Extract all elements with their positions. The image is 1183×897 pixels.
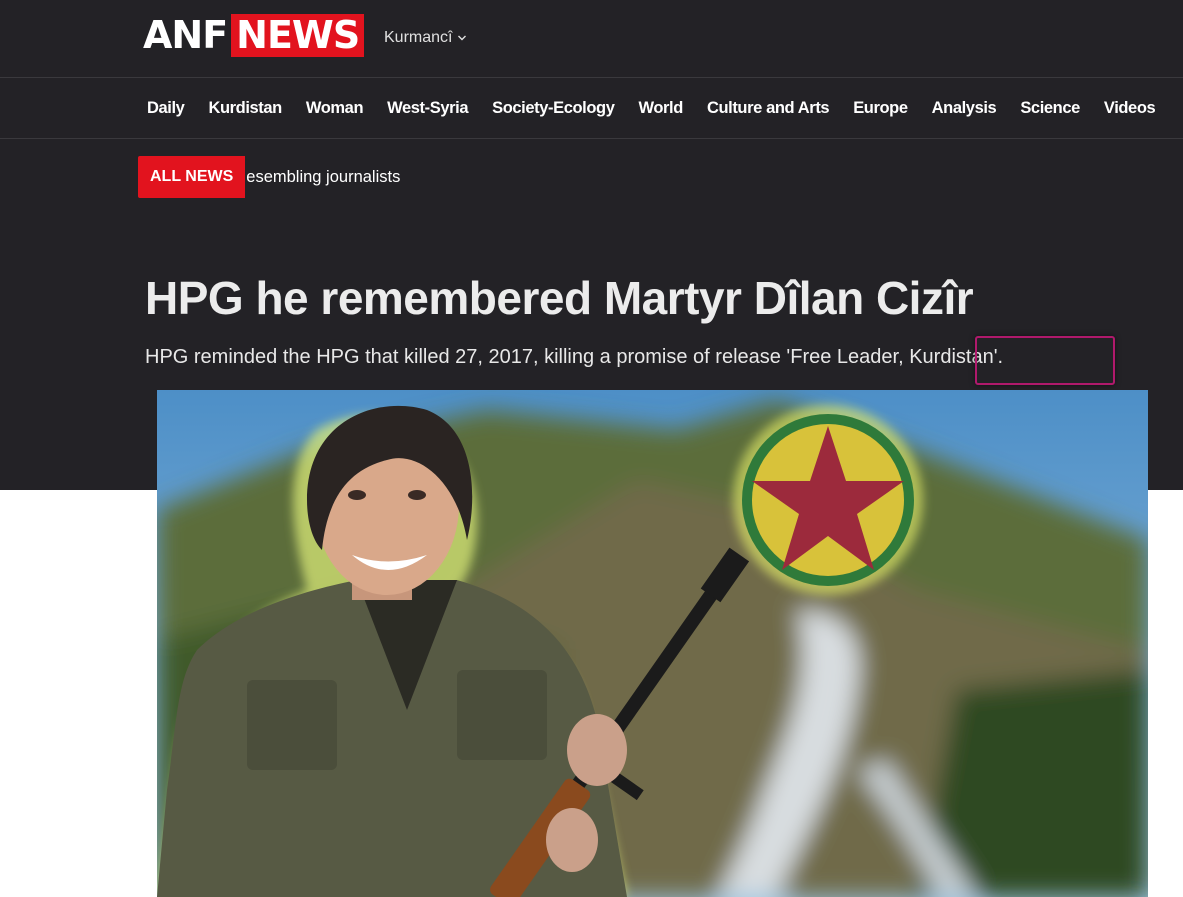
language-label: Kurmancî xyxy=(384,29,453,46)
nav-item-science[interactable]: Science xyxy=(1008,99,1092,118)
logo-news-text: NEWS xyxy=(231,14,365,57)
nav-item-culture-and-arts[interactable]: Culture and Arts xyxy=(695,99,841,118)
nav-list: Daily Kurdistan Woman West-Syria Society-Eco… xyxy=(135,78,1167,138)
logo-anf-text: ANF xyxy=(143,13,228,57)
site-logo[interactable]: ANF NEWS xyxy=(143,13,365,57)
hero-image[interactable] xyxy=(157,390,1148,897)
nav-item-analysis[interactable]: Analysis xyxy=(920,99,1009,118)
selection-highlight xyxy=(975,336,1115,385)
nav-item-west-syria[interactable]: West-Syria xyxy=(375,99,480,118)
nav-item-society-ecology[interactable]: Society-Ecology xyxy=(480,99,626,118)
nav-item-videos[interactable]: Videos xyxy=(1092,99,1167,118)
nav-item-world[interactable]: World xyxy=(626,99,694,118)
ticker-headline[interactable]: esembling journalists xyxy=(246,168,400,187)
nav-item-kurdistan[interactable]: Kurdistan xyxy=(196,99,293,118)
language-selector[interactable]: Kurmancî xyxy=(384,29,467,47)
nav-item-woman[interactable]: Woman xyxy=(294,99,375,118)
news-ticker: ALL NEWS esembling journalists xyxy=(138,156,400,198)
nav-item-daily[interactable]: Daily xyxy=(135,99,196,118)
nav-item-europe[interactable]: Europe xyxy=(841,99,919,118)
top-bar: ANF NEWS Kurmancî xyxy=(0,0,1183,78)
article-title: HPG he remembered Martyr Dîlan Cizîr xyxy=(145,272,974,324)
chevron-down-icon xyxy=(458,35,467,41)
main-navigation: Daily Kurdistan Woman West-Syria Society-Eco… xyxy=(0,78,1183,139)
photo-icon xyxy=(157,390,1148,897)
article-summary: HPG reminded the HPG that killed 27, 201… xyxy=(145,346,1004,368)
all-news-badge[interactable]: ALL NEWS xyxy=(138,156,246,198)
